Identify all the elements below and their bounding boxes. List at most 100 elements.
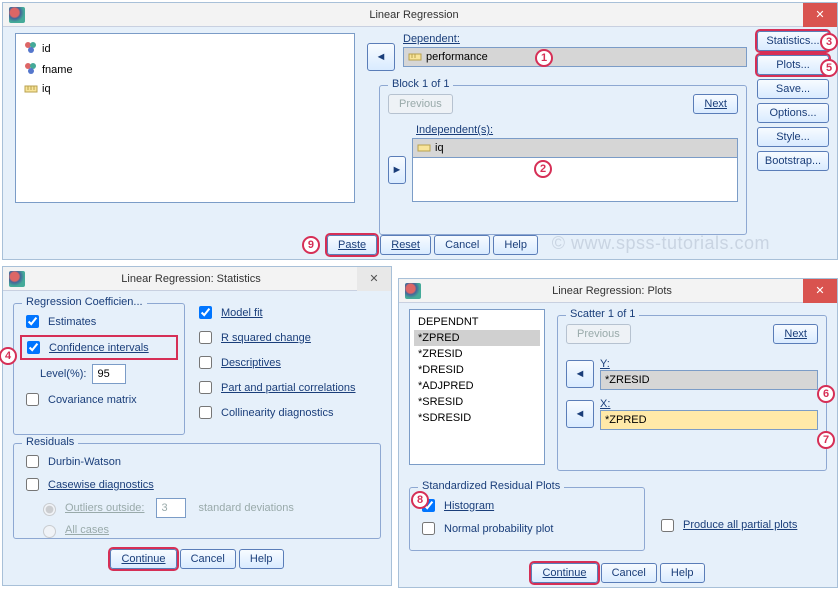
plots-button-row: Continue Cancel Help xyxy=(409,563,827,583)
stats-titlebar: Linear Regression: Statistics ✕ xyxy=(3,267,391,291)
next-button[interactable]: Next xyxy=(773,324,818,344)
arrow-left-icon: ◄ xyxy=(575,368,586,380)
move-dependent-button[interactable]: ◄ xyxy=(367,43,395,71)
watermark: © www.spss-tutorials.com xyxy=(552,233,770,254)
list-item[interactable]: DEPENDNT xyxy=(414,314,540,330)
statistics-window: Linear Regression: Statistics ✕ Regressi… xyxy=(2,266,392,586)
confint-checkbox[interactable] xyxy=(27,341,40,354)
casewise-checkbox[interactable] xyxy=(26,478,39,491)
list-item[interactable]: *ADJPRED xyxy=(414,378,540,394)
help-button[interactable]: Help xyxy=(239,549,284,569)
annotation-6: 6 xyxy=(817,385,835,403)
reg-coef-fieldset: Regression Coefficien... Estimates Confi… xyxy=(13,303,185,435)
list-item[interactable]: *SRESID xyxy=(414,394,540,410)
desc-checkbox[interactable] xyxy=(199,356,212,369)
close-button[interactable]: ✕ xyxy=(357,267,391,291)
bootstrap-button[interactable]: Bootstrap... xyxy=(757,151,829,171)
block-legend: Block 1 of 1 xyxy=(388,78,453,90)
durbin-checkbox[interactable] xyxy=(26,455,39,468)
independent-selected[interactable]: iq xyxy=(412,138,738,158)
part-checkbox[interactable] xyxy=(199,381,212,394)
list-item[interactable]: fname xyxy=(20,59,350,80)
list-item[interactable]: *ZRESID xyxy=(414,346,540,362)
annotation-7: 7 xyxy=(817,431,835,449)
previous-button: Previous xyxy=(566,324,631,344)
close-button[interactable]: ✕ xyxy=(803,279,837,303)
block-fieldset: Block 1 of 1 Previous Next Independent(s… xyxy=(379,85,747,235)
help-button[interactable]: Help xyxy=(660,563,705,583)
list-item[interactable]: iq xyxy=(20,80,350,98)
app-icon xyxy=(9,271,25,287)
covariance-checkbox[interactable] xyxy=(26,393,39,406)
plots-window: Linear Regression: Plots ✕ DEPENDNT *ZPR… xyxy=(398,278,838,588)
nominal-icon xyxy=(24,61,38,78)
close-icon: ✕ xyxy=(815,8,824,21)
outliers-input xyxy=(156,498,186,518)
reg-coef-legend: Regression Coefficien... xyxy=(22,296,147,308)
variables-listbox[interactable]: id fname iq xyxy=(15,33,355,203)
app-icon xyxy=(405,283,421,299)
list-item[interactable]: *ZPRED xyxy=(414,330,540,346)
list-item[interactable]: id xyxy=(20,38,350,59)
move-x-button[interactable]: ◄ xyxy=(566,400,594,428)
move-y-button[interactable]: ◄ xyxy=(566,360,594,388)
list-item[interactable]: *DRESID xyxy=(414,362,540,378)
main-title: Linear Regression xyxy=(25,9,803,21)
scatter-legend: Scatter 1 of 1 xyxy=(566,308,639,320)
arrow-left-icon: ◄ xyxy=(575,408,586,420)
annotation-9: 9 xyxy=(302,236,320,254)
help-button[interactable]: Help xyxy=(493,235,538,255)
options-button[interactable]: Options... xyxy=(757,103,829,123)
previous-button: Previous xyxy=(388,94,453,114)
continue-button[interactable]: Continue xyxy=(110,549,176,569)
statistics-button[interactable]: Statistics... xyxy=(757,31,829,51)
plot-vars-listbox[interactable]: DEPENDNT *ZPRED *ZRESID *DRESID *ADJPRED… xyxy=(409,309,545,465)
close-button[interactable]: ✕ xyxy=(803,3,837,27)
annotation-5: 5 xyxy=(820,59,838,77)
cancel-button[interactable]: Cancel xyxy=(601,563,657,583)
coll-checkbox[interactable] xyxy=(199,406,212,419)
scale-icon xyxy=(24,82,38,96)
x-label: X: xyxy=(600,398,610,410)
annotation-2: 2 xyxy=(534,160,552,178)
arrow-left-icon: ◄ xyxy=(376,51,387,63)
residuals-legend: Residuals xyxy=(22,436,78,448)
main-titlebar: Linear Regression ✕ xyxy=(3,3,837,27)
y-field[interactable]: *ZRESID xyxy=(600,370,818,390)
annotation-3: 3 xyxy=(820,33,838,51)
std-resid-fieldset: Standardized Residual Plots Histogram No… xyxy=(409,487,645,551)
rsq-checkbox[interactable] xyxy=(199,331,212,344)
save-button[interactable]: Save... xyxy=(757,79,829,99)
independents-listbox[interactable] xyxy=(412,158,738,202)
stats-title: Linear Regression: Statistics xyxy=(25,273,357,285)
style-button[interactable]: Style... xyxy=(757,127,829,147)
plots-button[interactable]: Plots... xyxy=(757,55,829,75)
modelfit-checkbox[interactable] xyxy=(199,306,212,319)
dependent-field[interactable]: performance xyxy=(403,47,747,67)
next-button[interactable]: Next xyxy=(693,94,738,114)
scale-icon xyxy=(417,141,431,155)
normplot-checkbox[interactable] xyxy=(422,522,435,535)
reset-button[interactable]: Reset xyxy=(380,235,431,255)
plots-titlebar: Linear Regression: Plots ✕ xyxy=(399,279,837,303)
list-item[interactable]: *SDRESID xyxy=(414,410,540,426)
paste-button[interactable]: Paste xyxy=(327,235,377,255)
continue-button[interactable]: Continue xyxy=(531,563,597,583)
nominal-icon xyxy=(24,40,38,57)
residuals-fieldset: Residuals Durbin-Watson Casewise diagnos… xyxy=(13,443,381,539)
stats-button-row: Continue Cancel Help xyxy=(13,549,381,569)
move-independent-button[interactable]: ► xyxy=(388,156,406,184)
produce-partial-checkbox[interactable] xyxy=(661,519,674,532)
level-input[interactable] xyxy=(92,364,126,384)
allcases-radio xyxy=(43,525,56,538)
arrow-right-icon: ► xyxy=(392,164,403,176)
x-field[interactable]: *ZPRED xyxy=(600,410,818,430)
estimates-checkbox[interactable] xyxy=(26,315,39,328)
annotation-8: 8 xyxy=(411,491,429,509)
cancel-button[interactable]: Cancel xyxy=(180,549,236,569)
independents-label: Independent(s): xyxy=(416,124,493,136)
scatter-fieldset: Scatter 1 of 1 Previous Next ◄ Y: *ZRESI… xyxy=(557,315,827,471)
plots-title: Linear Regression: Plots xyxy=(421,285,803,297)
cancel-button[interactable]: Cancel xyxy=(434,235,490,255)
side-buttons: Statistics... Plots... Save... Options..… xyxy=(757,31,829,171)
